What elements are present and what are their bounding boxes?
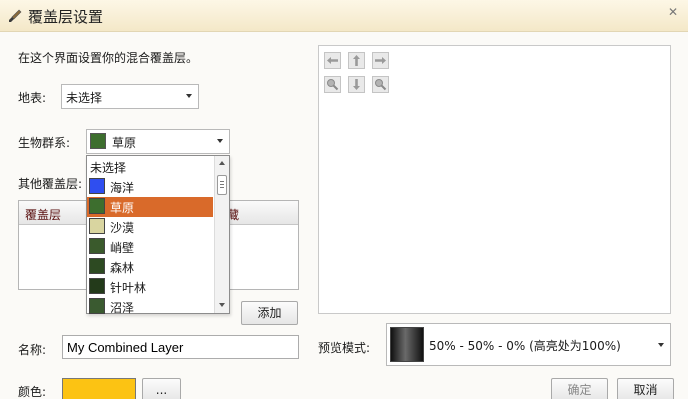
preview-gradient-swatch: [390, 327, 424, 362]
biome-option-label: 海洋: [110, 181, 135, 195]
other-layers-label: 其他覆盖层:: [18, 177, 83, 191]
chevron-down-icon: [186, 94, 192, 98]
column-header-layer: 覆盖层: [25, 208, 62, 222]
add-layer-button[interactable]: 添加: [241, 301, 298, 325]
biome-option-swatch: [89, 178, 105, 194]
scroll-thumb[interactable]: [217, 175, 227, 195]
window-title: 覆盖层设置: [28, 8, 104, 26]
terrain-value: 未选择: [66, 91, 103, 105]
biome-option[interactable]: 针叶林: [87, 277, 213, 297]
terrain-select[interactable]: 未选择: [61, 84, 199, 109]
scroll-down-icon[interactable]: [219, 303, 225, 307]
biome-option-label: 针叶林: [110, 281, 147, 295]
terrain-label: 地表:: [18, 91, 47, 105]
preview-panel[interactable]: [318, 45, 671, 314]
title-bar: 覆盖层设置 ✕: [0, 0, 688, 32]
biome-select[interactable]: 草原: [86, 129, 230, 154]
brush-icon: [9, 9, 22, 22]
dropdown-scrollbar[interactable]: [214, 156, 229, 313]
biome-option-label: 未选择: [90, 161, 127, 175]
pan-left-icon[interactable]: [324, 52, 341, 69]
biome-option[interactable]: 沙漠: [87, 217, 213, 237]
color-label: 颜色:: [18, 385, 47, 399]
biome-option-swatch: [89, 258, 105, 274]
name-input[interactable]: [62, 335, 299, 359]
biome-value: 草原: [112, 136, 137, 150]
chevron-down-icon: [658, 343, 664, 347]
preview-mode-select[interactable]: 50% - 50% - 0% (高亮处为100%): [386, 323, 671, 366]
biome-option[interactable]: 草原: [87, 197, 213, 217]
biome-option-swatch: [89, 238, 105, 254]
biome-dropdown-list[interactable]: 未选择海洋草原沙漠峭壁森林针叶林沼泽: [86, 155, 230, 317]
close-icon[interactable]: ✕: [664, 4, 682, 20]
ok-button[interactable]: 确定: [551, 378, 608, 399]
biome-option-label: 森林: [110, 261, 135, 275]
biome-option-swatch: [89, 218, 105, 234]
pan-right-icon[interactable]: [372, 52, 389, 69]
biome-option[interactable]: 沼泽: [87, 297, 213, 317]
pan-up-icon[interactable]: [348, 52, 365, 69]
zoom-out-icon[interactable]: [372, 76, 389, 93]
chevron-down-icon: [217, 139, 223, 143]
biome-option[interactable]: 海洋: [87, 177, 213, 197]
biome-option-label: 草原: [110, 201, 135, 215]
pan-down-icon[interactable]: [348, 76, 365, 93]
biome-option-swatch: [89, 278, 105, 294]
color-swatch[interactable]: [62, 378, 136, 399]
biome-option[interactable]: 未选择: [87, 157, 213, 177]
name-label: 名称:: [18, 343, 47, 357]
preview-mode-value: 50% - 50% - 0% (高亮处为100%): [429, 339, 621, 353]
preview-mode-label: 预览模式:: [318, 341, 371, 355]
biome-label: 生物群系:: [18, 136, 71, 150]
cancel-button[interactable]: 取消: [617, 378, 674, 399]
biome-option-swatch: [89, 198, 105, 214]
biome-option-swatch: [89, 298, 105, 314]
color-picker-button[interactable]: ...: [142, 378, 181, 399]
biome-option-label: 沼泽: [110, 301, 135, 315]
biome-option[interactable]: 峭壁: [87, 237, 213, 257]
description-text: 在这个界面设置你的混合覆盖层。: [18, 51, 199, 65]
biome-color-swatch: [90, 133, 106, 149]
biome-option-label: 沙漠: [110, 221, 135, 235]
biome-option[interactable]: 森林: [87, 257, 213, 277]
scroll-up-icon[interactable]: [219, 161, 225, 165]
biome-option-label: 峭壁: [110, 241, 135, 255]
zoom-in-icon[interactable]: [324, 76, 341, 93]
